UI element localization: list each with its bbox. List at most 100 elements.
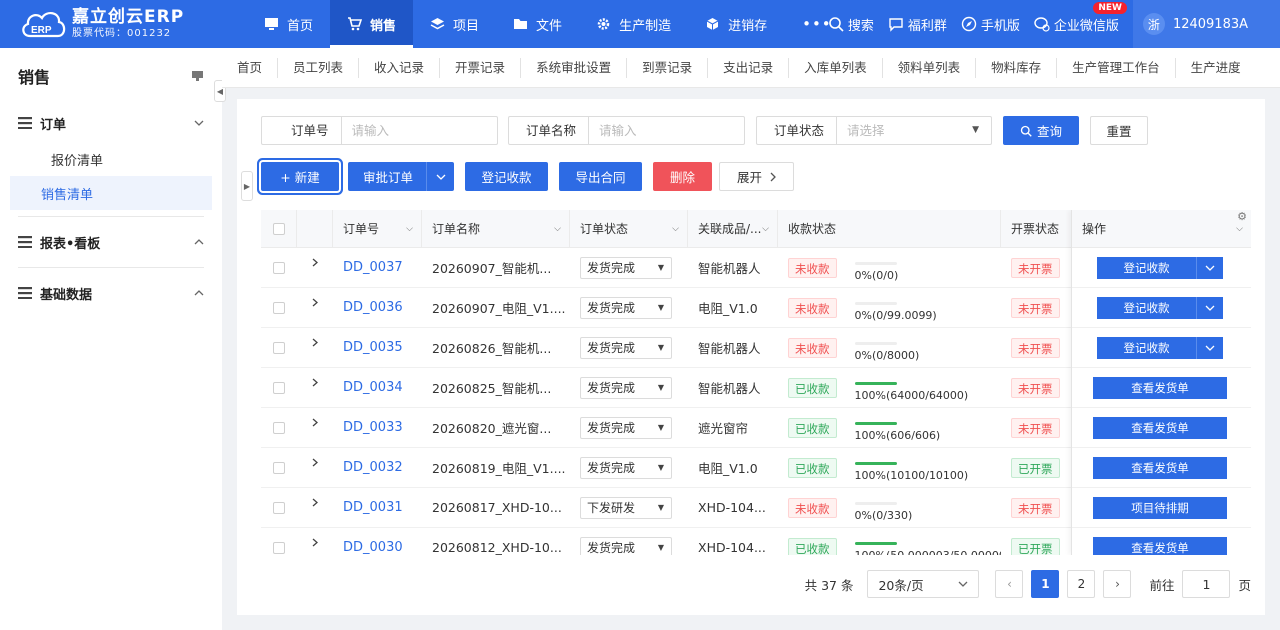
row-checkbox[interactable]: [273, 261, 285, 274]
register-payment-row-button[interactable]: 登记收款: [1097, 336, 1197, 359]
order-name-input[interactable]: [589, 118, 740, 143]
expand-row-icon[interactable]: [312, 498, 318, 507]
expand-row-icon[interactable]: [312, 258, 318, 267]
sidebar-group-order[interactable]: 订单: [0, 104, 222, 142]
tab-5[interactable]: 到票记录: [627, 57, 709, 78]
sidebar-item-quote-list[interactable]: 报价清单: [10, 142, 212, 176]
tab-6[interactable]: 支出记录: [708, 57, 790, 78]
order-status-filter[interactable]: 订单状态 ▼: [756, 116, 992, 145]
row-checkbox[interactable]: [273, 421, 285, 434]
export-contract-button[interactable]: 导出合同: [559, 162, 642, 191]
reset-button[interactable]: 重置: [1090, 116, 1148, 145]
order-no-link[interactable]: DD_0037: [343, 260, 403, 275]
order-status-select[interactable]: [837, 118, 968, 143]
tab-8[interactable]: 领料单列表: [883, 57, 977, 78]
nav-folder[interactable]: 文件: [496, 0, 579, 48]
order-status-select[interactable]: 发货完成 ▼: [580, 416, 672, 439]
tab-7[interactable]: 入库单列表: [789, 57, 883, 78]
expand-row-icon[interactable]: [312, 458, 318, 467]
col-order-no[interactable]: 订单号 ⌵: [333, 210, 422, 248]
order-status-select[interactable]: 发货完成 ▼: [580, 376, 672, 399]
row-more-dropdown[interactable]: [1197, 256, 1223, 279]
order-status-select[interactable]: 发货完成 ▼: [580, 256, 672, 279]
user-menu[interactable]: 浙 12409183A: [1132, 0, 1280, 48]
order-no-link[interactable]: DD_0031: [343, 500, 403, 515]
col-order-name[interactable]: 订单名称 ⌵: [422, 210, 570, 248]
nav-gear[interactable]: 生产制造: [579, 0, 688, 48]
column-settings-icon[interactable]: ⚙: [1237, 210, 1247, 223]
row-checkbox[interactable]: [273, 461, 285, 474]
mobile-version-button[interactable]: 手机版: [961, 15, 1020, 34]
expand-row-icon[interactable]: [312, 418, 318, 427]
register-payment-button[interactable]: 登记收款: [465, 162, 548, 191]
tab-10[interactable]: 生产管理工作台: [1057, 57, 1176, 78]
row-action-button[interactable]: 项目待排期: [1093, 496, 1227, 519]
order-status-select[interactable]: 发货完成 ▼: [580, 536, 672, 555]
row-checkbox[interactable]: [273, 301, 285, 314]
row-checkbox[interactable]: [273, 381, 285, 394]
row-checkbox[interactable]: [273, 501, 285, 514]
expand-row-icon[interactable]: [312, 538, 318, 547]
expand-row-icon[interactable]: [312, 338, 318, 347]
tab-3[interactable]: 开票记录: [440, 57, 522, 78]
expand-row-icon[interactable]: [312, 378, 318, 387]
order-no-link[interactable]: DD_0032: [343, 460, 403, 475]
order-no-link[interactable]: DD_0035: [343, 340, 403, 355]
order-no-link[interactable]: DD_0033: [343, 420, 403, 435]
next-page-button[interactable]: ›: [1103, 570, 1132, 598]
expand-button[interactable]: 展开: [719, 162, 794, 191]
page-2-button[interactable]: 2: [1067, 570, 1096, 598]
row-checkbox[interactable]: [273, 541, 285, 554]
nav-cart[interactable]: 销售: [330, 0, 414, 48]
order-status-select[interactable]: 下发研发 ▼: [580, 496, 672, 519]
tab-1[interactable]: 员工列表: [278, 57, 360, 78]
row-more-dropdown[interactable]: [1197, 336, 1223, 359]
sidebar-item-sales-list[interactable]: 销售清单: [10, 176, 212, 210]
row-action-button[interactable]: 查看发货单: [1093, 376, 1227, 399]
order-no-link[interactable]: DD_0030: [343, 540, 403, 555]
row-action-button[interactable]: 查看发货单: [1093, 416, 1227, 439]
approve-dropdown-toggle[interactable]: [426, 162, 454, 191]
tab-11[interactable]: 生产进度: [1176, 58, 1256, 78]
welfare-group-button[interactable]: 福利群: [888, 15, 947, 34]
order-no-link[interactable]: DD_0034: [343, 380, 403, 395]
order-status-select[interactable]: 发货完成 ▼: [580, 456, 672, 479]
row-action-button[interactable]: 查看发货单: [1093, 456, 1227, 479]
row-more-dropdown[interactable]: [1197, 296, 1223, 319]
col-product[interactable]: 关联成品/... ⌵: [688, 210, 778, 248]
chevron-down-icon: ⌵: [762, 223, 769, 234]
delete-button[interactable]: 删除: [653, 162, 712, 191]
register-payment-row-button[interactable]: 登记收款: [1097, 256, 1197, 279]
expand-row-icon[interactable]: [312, 298, 318, 307]
tab-0[interactable]: 首页: [222, 57, 279, 78]
pin-icon[interactable]: [191, 70, 204, 82]
approve-order-button[interactable]: 审批订单: [348, 162, 454, 191]
order-status-select[interactable]: 发货完成 ▼: [580, 336, 672, 359]
wechat-work-button[interactable]: 企业微信版 NEW: [1034, 1, 1127, 34]
sidebar-group-base-data[interactable]: 基础数据: [0, 274, 222, 312]
select-all-checkbox[interactable]: [272, 222, 285, 235]
filter-collapse-handle[interactable]: ▶: [241, 171, 253, 201]
order-no-link[interactable]: DD_0036: [343, 300, 403, 315]
nav-layers[interactable]: 项目: [413, 0, 496, 48]
goto-page-input[interactable]: 1: [1182, 570, 1231, 598]
tab-2[interactable]: 收入记录: [359, 57, 441, 78]
nav-monitor[interactable]: 首页: [247, 0, 330, 48]
row-action-button[interactable]: 查看发货单: [1093, 536, 1227, 555]
search-button[interactable]: 搜索: [828, 15, 874, 34]
col-order-status[interactable]: 订单状态 ⌵: [570, 210, 688, 248]
sidebar-group-reports[interactable]: 报表•看板: [0, 223, 222, 261]
order-status-select[interactable]: 发货完成 ▼: [580, 296, 672, 319]
tab-4[interactable]: 系统审批设置: [521, 57, 628, 78]
tab-9[interactable]: 物料库存: [976, 57, 1058, 78]
prev-page-button[interactable]: ‹: [995, 570, 1024, 598]
new-order-button[interactable]: + 新建: [261, 162, 339, 191]
page-size-select[interactable]: 20条/页: [867, 570, 980, 598]
nav-cube[interactable]: 进销存: [688, 0, 784, 48]
register-payment-row-button[interactable]: 登记收款: [1097, 296, 1197, 319]
page-1-button[interactable]: 1: [1031, 570, 1060, 598]
row-checkbox[interactable]: [273, 341, 285, 354]
query-button[interactable]: 查询: [1003, 116, 1079, 145]
order-no-input[interactable]: [341, 118, 492, 143]
logo[interactable]: ERP 嘉立创云ERP 股票代码：001232: [0, 0, 225, 48]
